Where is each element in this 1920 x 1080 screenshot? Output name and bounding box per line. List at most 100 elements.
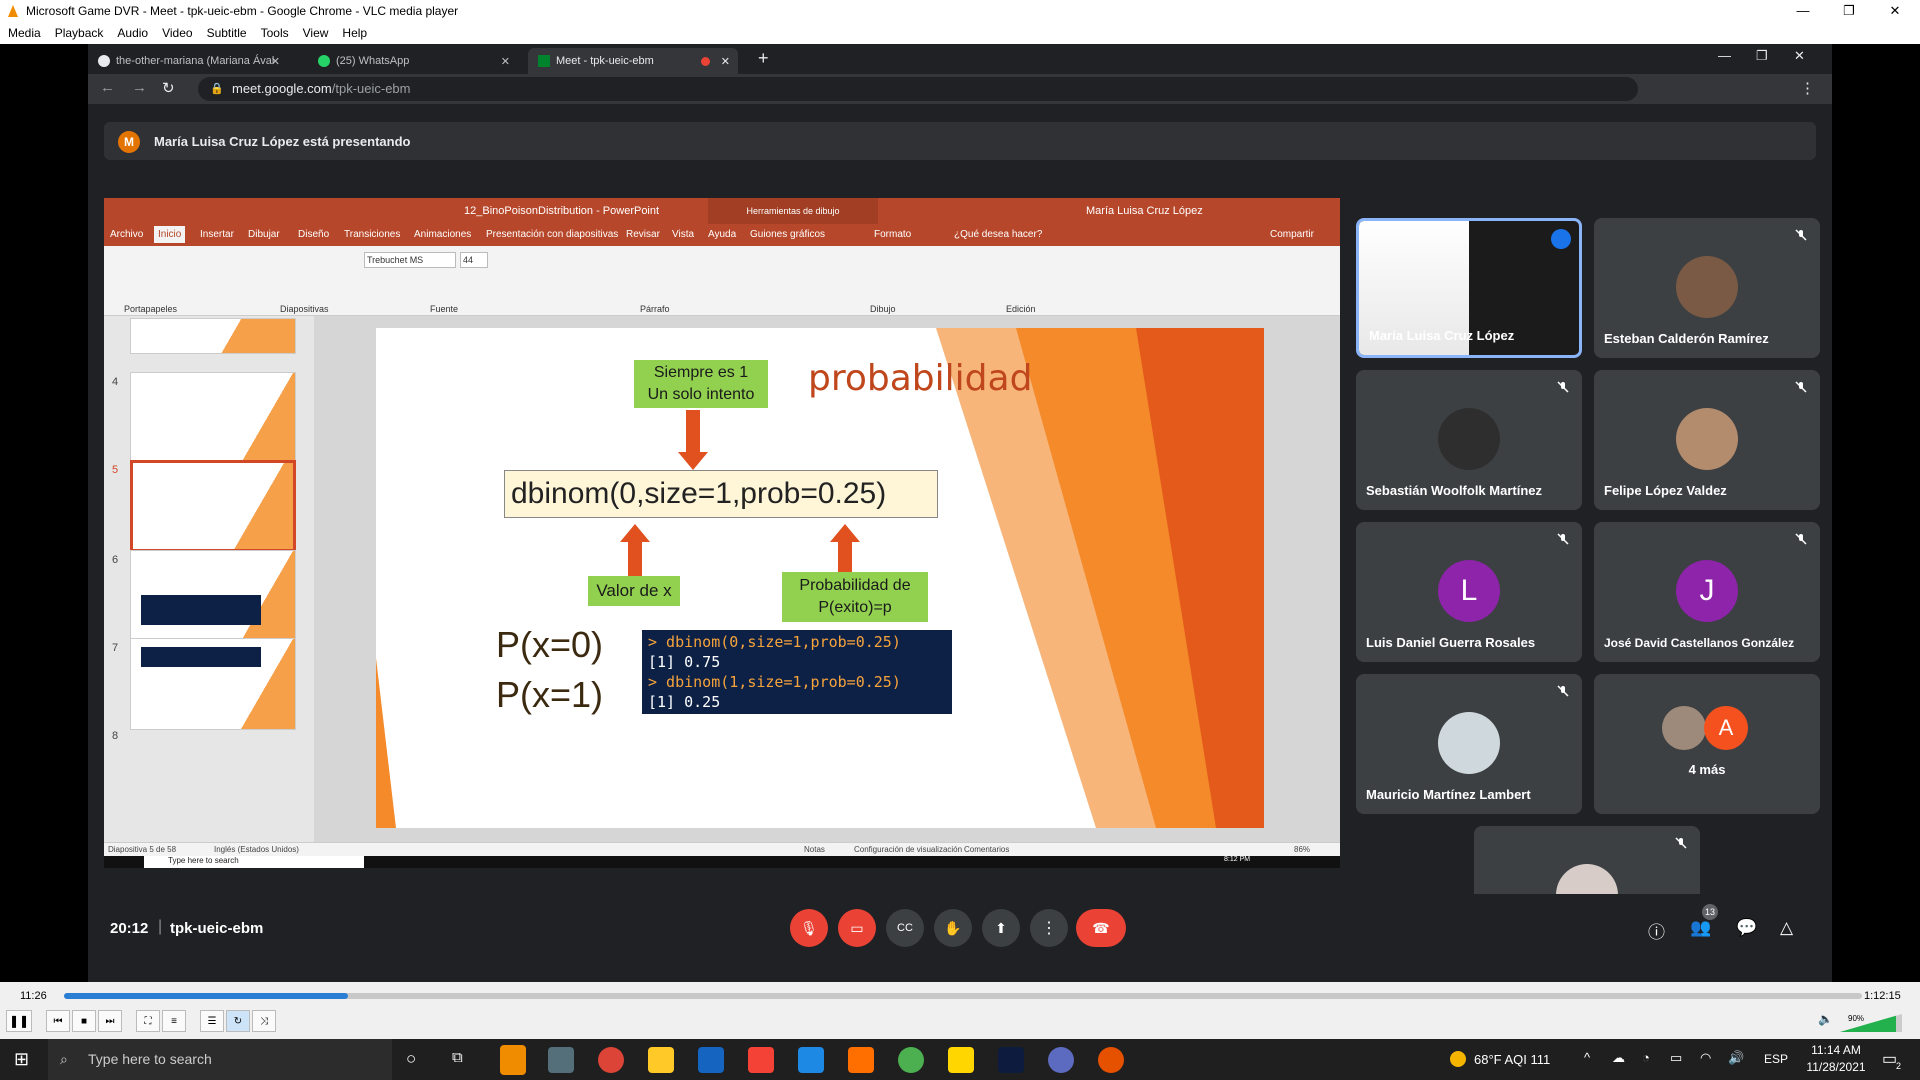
extended-settings-button[interactable]: ≡ [162,1010,186,1032]
close-icon[interactable]: ✕ [1794,48,1805,64]
menu-kebab-icon[interactable]: ⋮ [1800,79,1815,97]
menu-audio[interactable]: Audio [117,26,148,40]
app-taskbar-icon[interactable] [898,1047,924,1073]
leave-call-button[interactable]: ☎ [1076,909,1126,947]
menu-subtitle[interactable]: Subtitle [207,26,247,40]
slide-thumbnail[interactable] [130,550,296,642]
participant-tile-presenter[interactable]: María Luisa Cruz López [1356,218,1582,358]
more-participants-tile[interactable]: A 4 más [1594,674,1820,814]
new-tab-icon[interactable]: + [758,48,769,69]
pause-button[interactable]: ❚❚ [6,1010,32,1032]
cortana-icon[interactable]: ○ [406,1049,416,1069]
close-icon[interactable]: ✕ [1872,0,1918,22]
menu-view[interactable]: View [303,26,329,40]
git-icon[interactable] [748,1047,774,1073]
reload-icon[interactable]: ↻ [162,79,175,97]
stop-button[interactable]: ■ [72,1010,96,1032]
photoshop-icon[interactable] [998,1047,1024,1073]
tab-github[interactable]: the-other-mariana (Mariana Ával ✕ [88,48,288,74]
app-taskbar-icon[interactable] [1098,1047,1124,1073]
r-icon[interactable] [1048,1047,1074,1073]
maximize-icon[interactable]: ❐ [1826,0,1872,22]
menu-media[interactable]: Media [8,26,41,40]
minimize-icon[interactable]: — [1718,48,1731,63]
menu-help[interactable]: Help [342,26,367,40]
volume-slider[interactable] [1840,1014,1902,1032]
seek-bar[interactable] [64,993,1862,999]
chrome-taskbar-icon[interactable] [598,1047,624,1073]
participant-tile[interactable]: J José David Castellanos González [1594,522,1820,662]
participant-tile[interactable]: Sebastián Woolfolk Martínez [1356,370,1582,510]
video-area[interactable]: the-other-mariana (Mariana Ával ✕ (25) Wh… [0,44,1920,982]
tab-whatsapp[interactable]: (25) WhatsApp ✕ [308,48,518,74]
cloud-icon[interactable]: ☁ [1612,1050,1625,1066]
maximize-icon[interactable]: ❐ [1756,48,1768,64]
close-tab-icon[interactable]: ✕ [271,55,280,68]
chevron-up-icon[interactable]: ^ [1584,1050,1590,1065]
participant-tile[interactable]: Esteban Calderón Ramírez [1594,218,1820,358]
vscode-icon[interactable] [798,1047,824,1073]
font-select[interactable]: Trebuchet MS [364,252,456,268]
loop-button[interactable]: ↻ [226,1010,250,1032]
file-explorer-icon[interactable] [648,1047,674,1073]
menu-tools[interactable]: Tools [261,26,289,40]
battery-icon[interactable]: ▭ [1670,1050,1682,1066]
notification-icon[interactable]: ▭ [1882,1049,1897,1069]
shuffle-button[interactable]: ⤨ [252,1010,276,1032]
previous-button[interactable]: ⏮ [46,1010,70,1032]
participant-tile[interactable]: L Luis Daniel Guerra Rosales [1356,522,1582,662]
slide-thumbnail[interactable] [130,372,296,464]
next-button[interactable]: ⏭ [98,1010,122,1032]
powershell-icon[interactable] [698,1047,724,1073]
participant-tile[interactable]: Felipe López Valdez [1594,370,1820,510]
more-options-button[interactable]: ⋮ [1030,909,1068,947]
search-box[interactable]: ⌕ Type here to search [48,1039,392,1080]
slide-canvas[interactable]: Siempre es 1 Un solo intento probabilidad… [376,328,1264,828]
raise-hand-button[interactable]: ✋ [934,909,972,947]
present-button[interactable]: ⬆ [982,909,1020,947]
share-button[interactable]: Compartir [1270,229,1314,240]
text-box[interactable]: Valor de x [588,576,680,606]
tab-meet[interactable]: Meet - tpk-ueic-ebm ✕ [528,48,738,74]
slide-thumbnail-selected[interactable] [130,460,296,552]
speaker-icon[interactable]: 🔈 [1818,1012,1833,1026]
windows-start-icon[interactable]: ⊞ [14,1049,29,1070]
network-icon[interactable]: ◔ [1642,1050,1650,1065]
activities-icon[interactable]: △ [1780,918,1793,938]
clock-time[interactable]: 11:14 AM [1806,1043,1866,1057]
wifi-icon[interactable]: ◠ [1700,1050,1711,1066]
minimize-icon[interactable]: — [1780,0,1826,22]
text-box[interactable]: Siempre es 1 Un solo intento [634,360,768,408]
close-tab-icon[interactable]: ✕ [721,55,730,68]
weather-text[interactable]: 68°F AQI 111 [1474,1052,1550,1067]
font-size-select[interactable]: 44 [460,252,488,268]
text-box[interactable]: Probabilidad de P(exito)=p [782,572,928,622]
slide-thumbnail[interactable] [130,638,296,730]
people-icon[interactable]: 👥 [1690,918,1711,938]
input-language[interactable]: ESP [1764,1052,1788,1066]
playlist-button[interactable]: ☰ [200,1010,224,1032]
back-icon[interactable]: ← [100,79,115,96]
vlc-taskbar-icon[interactable] [500,1045,526,1075]
volume-icon[interactable]: 🔊 [1728,1050,1744,1066]
info-icon[interactable]: ⓘ [1648,918,1665,943]
clock-date[interactable]: 11/28/2021 [1806,1060,1866,1074]
captions-button[interactable]: CC [886,909,924,947]
menu-video[interactable]: Video [162,26,192,40]
tell-me[interactable]: ¿Qué desea hacer? [954,229,1042,240]
close-tab-icon[interactable]: ✕ [501,55,510,68]
fullscreen-button[interactable]: ⛶ [136,1010,160,1032]
participant-tile[interactable]: Mauricio Martínez Lambert [1356,674,1582,814]
app-taskbar-icon[interactable] [948,1047,974,1073]
chat-icon[interactable]: 💬 [1736,918,1757,938]
sublime-icon[interactable] [848,1047,874,1073]
app-taskbar-icon[interactable] [548,1047,574,1073]
menu-playback[interactable]: Playback [55,26,104,40]
mic-toggle-button[interactable]: 🎙 [790,909,828,947]
formula-text-box[interactable]: dbinom(0,size=1,prob=0.25) [504,470,938,518]
camera-toggle-button[interactable]: ▭ [838,909,876,947]
address-bar[interactable]: 🔒 meet.google.com/tpk-ueic-ebm [198,77,1638,101]
forward-icon[interactable]: → [132,79,147,96]
task-view-icon[interactable]: ⧉ [452,1049,463,1066]
slide-thumbnail[interactable] [130,318,296,354]
